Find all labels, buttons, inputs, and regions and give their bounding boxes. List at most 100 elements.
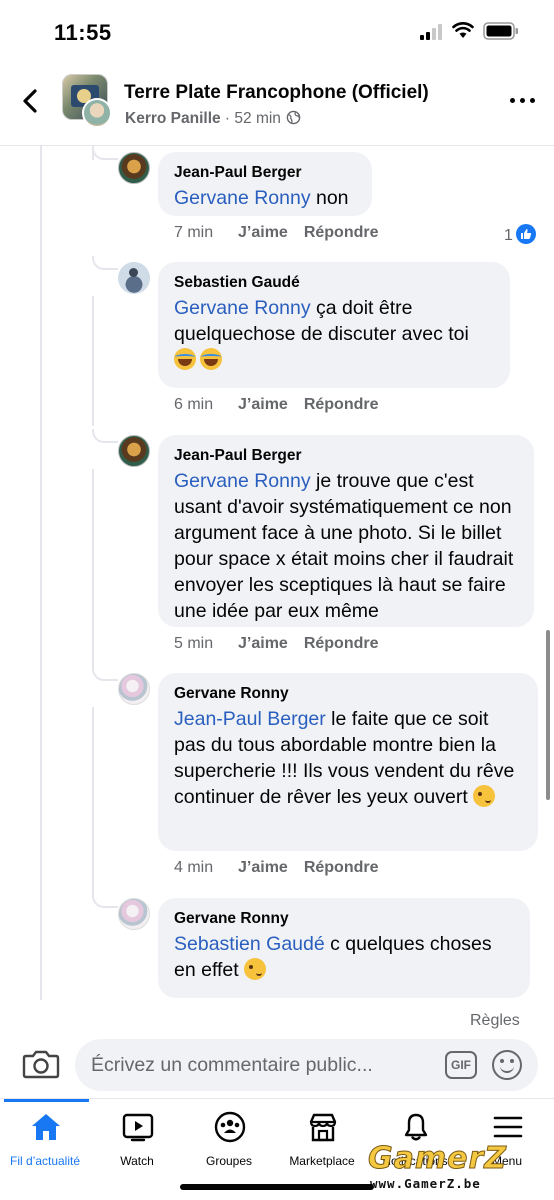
status-bar: 11:55 [0, 0, 554, 62]
comment-author[interactable]: Jean-Paul Berger [174, 163, 356, 182]
mention-link[interactable]: Gervane Ronny [174, 470, 311, 492]
camera-icon[interactable] [22, 1048, 60, 1080]
commenter-avatar[interactable] [118, 152, 150, 184]
reply-connector [92, 894, 118, 908]
reaction-summary[interactable]: 1 [504, 224, 536, 245]
comment-author[interactable]: Gervane Ronny [174, 909, 514, 928]
comment-meta: 4 min J’aime Répondre [174, 859, 378, 877]
nav-tab-marketplace[interactable]: Marketplace [277, 1099, 367, 1179]
thread-line [40, 146, 42, 1000]
group-title[interactable]: Terre Plate Francophone (Officiel) [124, 82, 429, 104]
commenter-avatar[interactable] [118, 262, 150, 294]
nav-label: Marketplace [289, 1154, 355, 1168]
back-button[interactable] [16, 86, 46, 116]
comment-body: je trouve que c'est usant d'avoir systém… [174, 470, 514, 622]
nav-label: Groupes [205, 1154, 253, 1168]
post-elapsed-time: 52 min [234, 110, 281, 127]
reply-button[interactable]: Répondre [304, 224, 379, 241]
reply-connector [92, 429, 118, 443]
watch-icon [122, 1113, 154, 1142]
like-reaction-icon [515, 224, 536, 244]
comment-bubble[interactable]: Jean-Paul Berger Gervane Ronny non [158, 152, 372, 216]
status-time: 11:55 [54, 20, 112, 45]
marketplace-icon [309, 1113, 337, 1142]
winking-emoji-icon [244, 958, 267, 980]
comment-input[interactable]: Écrivez un commentaire public... GIF [75, 1039, 538, 1091]
laughing-emoji-icon [200, 348, 222, 370]
reaction-count: 1 [504, 227, 513, 244]
comment-body: non [310, 187, 349, 209]
like-button[interactable]: J’aime [238, 859, 288, 876]
more-options-button[interactable] [510, 98, 536, 106]
reply-connector [92, 667, 118, 681]
reply-button[interactable]: Répondre [304, 859, 379, 876]
comment-author[interactable]: Gervane Ronny [174, 684, 522, 703]
reply-connector [92, 146, 118, 160]
mention-link[interactable]: Gervane Ronny [174, 187, 311, 209]
comment-thread[interactable]: Jean-Paul Berger Gervane Ronny non 7 min… [0, 146, 554, 1000]
bell-icon [404, 1113, 428, 1141]
comment-time: 5 min [174, 635, 214, 652]
scrollbar[interactable] [546, 630, 550, 800]
commenter-avatar[interactable] [118, 435, 150, 467]
reply-connector [92, 256, 118, 270]
menu-icon [493, 1116, 523, 1138]
comment-meta: 7 min J’aime Répondre [174, 224, 378, 242]
gif-button[interactable]: GIF [445, 1051, 477, 1079]
battery-icon [483, 22, 518, 40]
comment-text: Jean-Paul Berger le faite que ce soit pa… [174, 706, 522, 810]
comment-author[interactable]: Jean-Paul Berger [174, 446, 518, 465]
comment-bubble[interactable]: Gervane Ronny Jean-Paul Berger le faite … [158, 673, 538, 851]
commenter-avatar[interactable] [118, 673, 150, 705]
watermark-logo: GamerZ [368, 1141, 508, 1176]
wifi-icon [452, 22, 474, 38]
comment-text: Gervane Ronny je trouve que c'est usant … [174, 468, 518, 624]
comment-text: Sebastien Gaudé c quelques choses en eff… [174, 931, 514, 983]
group-avatar[interactable] [62, 74, 112, 128]
post-author[interactable]: Kerro Panille [125, 110, 221, 127]
reply-line [92, 707, 94, 897]
home-indicator[interactable] [180, 1184, 374, 1190]
like-button[interactable]: J’aime [238, 635, 288, 652]
comment-time: 4 min [174, 859, 214, 876]
reply-button[interactable]: Répondre [304, 635, 379, 652]
laughing-emoji-icon [174, 348, 196, 370]
nav-label: Watch [120, 1154, 154, 1168]
emoji-picker-icon[interactable] [492, 1050, 522, 1080]
comment-bubble[interactable]: Gervane Ronny Sebastien Gaudé c quelques… [158, 898, 530, 998]
rules-link[interactable]: Règles [470, 1012, 520, 1030]
reply-line [92, 469, 94, 669]
nav-tab-groups[interactable]: Groupes [184, 1099, 274, 1179]
groups-icon [214, 1111, 246, 1143]
author-avatar [82, 98, 112, 128]
home-icon [32, 1114, 60, 1140]
nav-tab-news-feed[interactable]: Fil d’actualité [0, 1099, 90, 1179]
reply-button[interactable]: Répondre [304, 396, 379, 413]
nav-tab-watch[interactable]: Watch [92, 1099, 182, 1179]
winking-emoji-icon [473, 785, 496, 807]
comment-author[interactable]: Sebastien Gaudé [174, 273, 494, 292]
post-header: Terre Plate Francophone (Officiel) Kerro… [0, 62, 554, 146]
comment-bubble[interactable]: Jean-Paul Berger Gervane Ronny je trouve… [158, 435, 534, 627]
comment-meta: 5 min J’aime Répondre [174, 635, 378, 653]
mention-link[interactable]: Gervane Ronny [174, 297, 311, 319]
commenter-avatar[interactable] [118, 898, 150, 930]
subtitle-separator: · [220, 110, 235, 127]
watermark: GamerZ www.GamerZ.be [368, 1141, 538, 1192]
mention-link[interactable]: Sebastien Gaudé [174, 933, 325, 955]
comment-text: Gervane Ronny non [174, 185, 356, 211]
mention-link[interactable]: Jean-Paul Berger [174, 708, 326, 730]
comment-time: 6 min [174, 396, 214, 413]
cellular-signal-icon [420, 24, 444, 40]
nav-label: Fil d’actualité [9, 1154, 81, 1168]
comment-text: Gervane Ronny ça doit être quelquechose … [174, 295, 494, 373]
like-button[interactable]: J’aime [238, 396, 288, 413]
comment-meta: 6 min J’aime Répondre [174, 396, 378, 414]
post-subtitle: Kerro Panille · 52 min [125, 110, 301, 128]
reply-line [92, 296, 94, 426]
globe-icon [286, 110, 301, 125]
like-button[interactable]: J’aime [238, 224, 288, 241]
comment-input-placeholder: Écrivez un commentaire public... [91, 1054, 373, 1076]
comment-bubble[interactable]: Sebastien Gaudé Gervane Ronny ça doit êt… [158, 262, 510, 388]
comment-time: 7 min [174, 224, 214, 241]
